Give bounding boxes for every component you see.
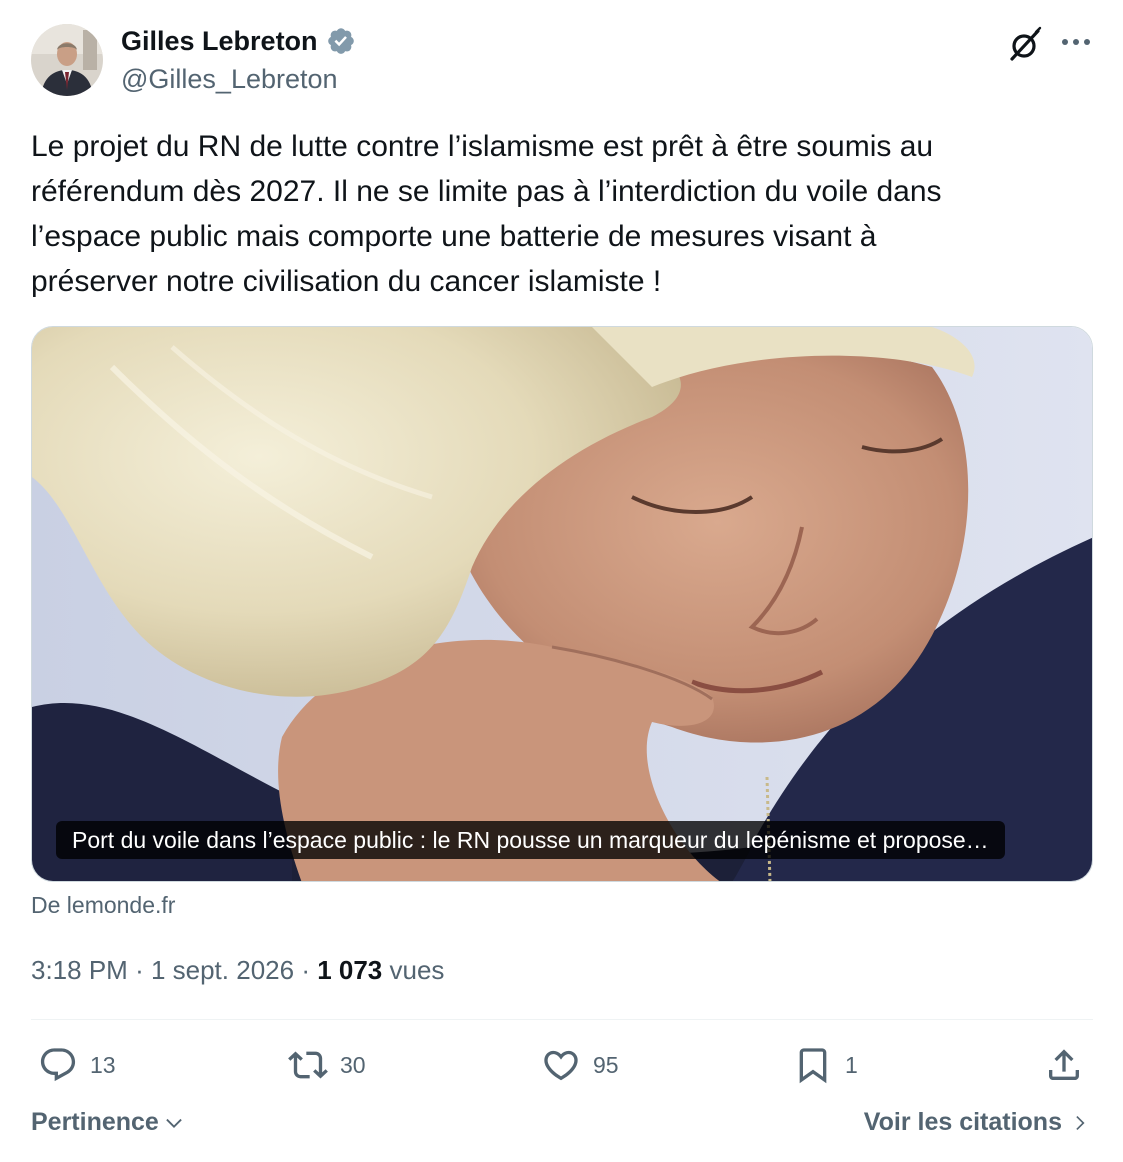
- grok-button[interactable]: [1004, 24, 1046, 66]
- author-name[interactable]: Gilles Lebreton: [121, 24, 356, 58]
- view-quotes-link[interactable]: Voir les citations: [864, 1108, 1090, 1137]
- avatar[interactable]: [31, 24, 103, 96]
- tweet-text-line: référendum dès 2027. Il ne se limite pas…: [31, 175, 942, 208]
- bookmark-count: 1: [845, 1051, 858, 1078]
- reply-count: 13: [90, 1051, 116, 1078]
- retweet-button[interactable]: 30: [288, 1044, 366, 1086]
- author-display-name[interactable]: Gilles Lebreton: [121, 24, 318, 58]
- reply-icon: [40, 1048, 76, 1082]
- retweet-count: 30: [340, 1051, 366, 1078]
- bookmark-button[interactable]: 1: [793, 1044, 858, 1086]
- tweet-text-line: l’espace public mais comporte une batter…: [31, 220, 877, 253]
- bookmark-icon: [799, 1048, 827, 1084]
- link-card[interactable]: Port du voile dans l’espace public : le …: [31, 326, 1093, 882]
- sort-label: Pertinence: [31, 1108, 159, 1136]
- divider: [31, 1019, 1093, 1020]
- tweet-date[interactable]: 1 sept. 2026: [151, 955, 294, 985]
- share-button[interactable]: [1044, 1044, 1084, 1086]
- chevron-right-icon: [1076, 1115, 1085, 1130]
- quotes-label: Voir les citations: [863, 1108, 1062, 1136]
- verified-badge-icon[interactable]: [326, 26, 356, 56]
- share-icon: [1049, 1049, 1079, 1080]
- tweet-meta: 3:18 PM · 1 sept. 2026 · 1 073 vues: [31, 953, 444, 987]
- tweet-text-line: préserver notre civilisation du cancer i…: [31, 265, 662, 298]
- meta-separator: ·: [301, 955, 318, 985]
- more-icon: [1062, 39, 1090, 45]
- tweet-time[interactable]: 3:18 PM: [31, 955, 128, 985]
- grok-icon: [1010, 26, 1042, 61]
- card-caption: Port du voile dans l’espace public : le …: [56, 821, 1005, 859]
- like-icon: [544, 1050, 578, 1081]
- card-photo: [32, 327, 1092, 881]
- reply-button[interactable]: 13: [38, 1044, 116, 1086]
- tweet-text-line: Le projet du RN de lutte contre l’islami…: [31, 130, 934, 163]
- retweet-icon: [288, 1051, 328, 1079]
- chevron-down-icon: [166, 1118, 182, 1128]
- like-button[interactable]: 95: [541, 1044, 619, 1086]
- tweet-text: Le projet du RN de lutte contre l’islami…: [31, 124, 1093, 304]
- like-count: 95: [593, 1051, 619, 1078]
- avatar-image: [31, 24, 103, 96]
- sort-dropdown[interactable]: Pertinence: [31, 1108, 185, 1137]
- more-button[interactable]: [1056, 24, 1096, 60]
- views-count[interactable]: 1 073: [317, 955, 382, 985]
- views-label: vues: [389, 955, 445, 985]
- meta-separator: ·: [135, 955, 151, 985]
- card-source-link[interactable]: De lemonde.fr: [31, 892, 175, 919]
- author-handle[interactable]: @Gilles_Lebreton: [121, 62, 338, 96]
